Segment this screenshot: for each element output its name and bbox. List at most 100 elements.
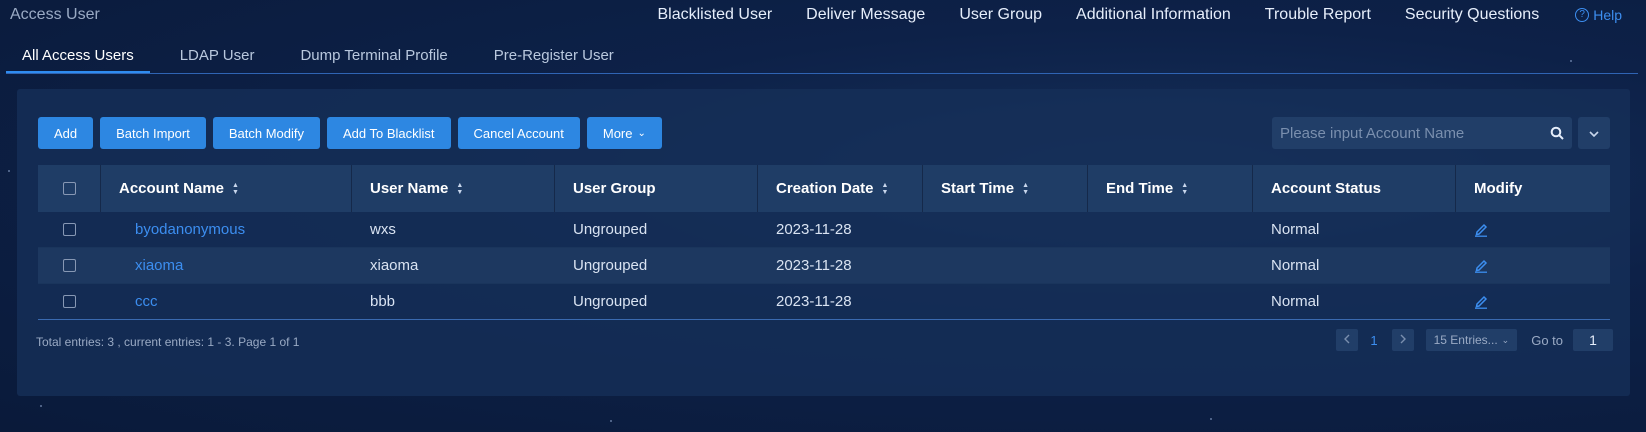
pagination: 1 15 Entries... ⌄ Go to — [1336, 329, 1613, 351]
user-group-cell: Ungrouped — [573, 221, 648, 238]
column-label: User Group — [573, 180, 656, 197]
user-group-cell: Ungrouped — [573, 293, 648, 310]
chevron-right-icon — [1400, 333, 1406, 347]
row-checkbox[interactable] — [63, 223, 76, 236]
help-label: Help — [1593, 7, 1622, 23]
creation-date-cell: 2023-11-28 — [776, 293, 852, 310]
select-all-cell — [38, 165, 101, 212]
column-header: Account Status — [1253, 165, 1456, 212]
sort-icon[interactable]: ▲ ▼ — [456, 182, 463, 196]
prev-page-button[interactable] — [1336, 329, 1359, 351]
account-name-link[interactable]: ccc — [101, 284, 352, 319]
tab-dump-terminal-profile[interactable]: Dump Terminal Profile — [284, 44, 463, 73]
column-header: Start Time ▲ ▼ — [923, 165, 1088, 212]
table-row: xiaoma xiaoma Ungrouped 2023-11-28 Norma… — [38, 248, 1610, 284]
search-box — [1272, 117, 1572, 149]
page-size-select[interactable]: 15 Entries... ⌄ — [1425, 329, 1518, 351]
tab-pre-register-user[interactable]: Pre-Register User — [478, 44, 630, 73]
search-icon[interactable] — [1542, 117, 1572, 149]
user-name-cell: xiaoma — [370, 257, 419, 274]
modify-cell — [1456, 248, 1610, 283]
edit-icon[interactable] — [1474, 258, 1488, 273]
start-time-cell — [923, 212, 1088, 247]
add-to-blacklist-button[interactable]: Add To Blacklist — [327, 117, 451, 149]
sort-icon[interactable]: ▲ ▼ — [1022, 182, 1029, 196]
user-name-cell: bbb — [370, 293, 396, 310]
nav-blacklisted-user[interactable]: Blacklisted User — [657, 6, 772, 24]
column-label: User Name — [370, 180, 449, 197]
top-bar: Access User Blacklisted User Deliver Mes… — [0, 0, 1646, 32]
row-checkbox[interactable] — [63, 295, 76, 308]
chevron-down-icon — [1589, 126, 1599, 140]
more-label: More — [602, 125, 633, 141]
column-header: End Time ▲ ▼ — [1088, 165, 1253, 212]
account-name-link[interactable]: byodanonymous — [101, 212, 352, 247]
column-header: User Name ▲ ▼ — [352, 165, 555, 212]
row-select-cell — [38, 212, 101, 247]
column-label: Account Status — [1271, 180, 1382, 197]
cancel-account-button[interactable]: Cancel Account — [457, 117, 580, 149]
column-label: Start Time — [941, 180, 1015, 197]
modify-cell — [1456, 212, 1610, 247]
column-header: Creation Date ▲ ▼ — [758, 165, 923, 212]
search-input[interactable] — [1272, 117, 1542, 149]
end-time-cell — [1088, 212, 1253, 247]
nav-trouble-report[interactable]: Trouble Report — [1265, 6, 1371, 24]
row-select-cell — [38, 248, 101, 283]
table-row: ccc bbb Ungrouped 2023-11-28 Normal — [38, 284, 1610, 320]
end-time-cell — [1088, 284, 1253, 319]
page-size-label: 15 Entries... — [1433, 333, 1498, 347]
edit-icon[interactable] — [1474, 294, 1488, 309]
account-status-cell: Normal — [1271, 293, 1320, 310]
start-time-cell — [923, 284, 1088, 319]
select-all-checkbox[interactable] — [62, 182, 76, 195]
sort-icon[interactable]: ▲ ▼ — [1181, 182, 1188, 196]
batch-modify-button[interactable]: Batch Modify — [212, 117, 320, 149]
toolbar: Add Batch Import Batch Modify Add To Bla… — [38, 117, 669, 149]
start-time-cell — [923, 248, 1088, 283]
goto-page-input[interactable] — [1573, 329, 1613, 351]
more-button[interactable]: More ⌄ — [586, 117, 662, 149]
column-label: Modify — [1474, 180, 1523, 197]
next-page-button[interactable] — [1391, 329, 1414, 351]
creation-date-cell: 2023-11-28 — [776, 257, 852, 274]
row-checkbox[interactable] — [63, 259, 76, 272]
column-header: Account Name ▲ ▼ — [101, 165, 352, 212]
account-status-cell: Normal — [1271, 257, 1320, 274]
app-title: Access User — [10, 6, 100, 23]
chevron-down-icon: ⌄ — [1501, 334, 1510, 345]
account-name-link[interactable]: xiaoma — [101, 248, 352, 283]
batch-import-button[interactable]: Batch Import — [100, 117, 206, 149]
nav-user-group[interactable]: User Group — [959, 6, 1042, 24]
column-header: Modify — [1456, 165, 1610, 212]
pagination-summary: Total entries: 3 , current entries: 1 - … — [36, 335, 300, 349]
edit-icon[interactable] — [1474, 222, 1488, 237]
table-header: Account Name ▲ ▼ User Name ▲ ▼ User Group Cr… — [38, 165, 1610, 212]
expand-filter-button[interactable] — [1578, 117, 1610, 149]
column-label: Account Name — [119, 180, 225, 197]
tab-all-access-users[interactable]: All Access Users — [6, 44, 150, 73]
sort-icon[interactable]: ▲ ▼ — [232, 182, 239, 196]
column-label: Creation Date — [776, 180, 874, 197]
account-status-cell: Normal — [1271, 221, 1320, 238]
goto-label: Go to — [1531, 332, 1563, 348]
chevron-down-icon: ⌄ — [637, 127, 646, 139]
tab-bar: All Access Users LDAP User Dump Terminal… — [6, 44, 1638, 74]
page-number[interactable]: 1 — [1370, 333, 1377, 348]
help-link[interactable]: ? Help — [1575, 7, 1622, 23]
column-header: User Group — [555, 165, 758, 212]
main-panel: Add Batch Import Batch Modify Add To Bla… — [17, 89, 1630, 396]
row-select-cell — [38, 284, 101, 319]
table-row: byodanonymous wxs Ungrouped 2023-11-28 N… — [38, 212, 1610, 248]
column-label: End Time — [1106, 180, 1174, 197]
modify-cell — [1456, 284, 1610, 319]
nav-security-questions[interactable]: Security Questions — [1405, 6, 1539, 24]
end-time-cell — [1088, 248, 1253, 283]
nav-deliver-message[interactable]: Deliver Message — [806, 6, 925, 24]
access-users-table: Account Name ▲ ▼ User Name ▲ ▼ User Group Cr… — [38, 165, 1610, 320]
nav-additional-information[interactable]: Additional Information — [1076, 6, 1231, 24]
add-button[interactable]: Add — [38, 117, 94, 149]
sort-icon[interactable]: ▲ ▼ — [882, 182, 889, 196]
tab-ldap-user[interactable]: LDAP User — [164, 44, 271, 73]
user-name-cell: wxs — [370, 221, 396, 238]
